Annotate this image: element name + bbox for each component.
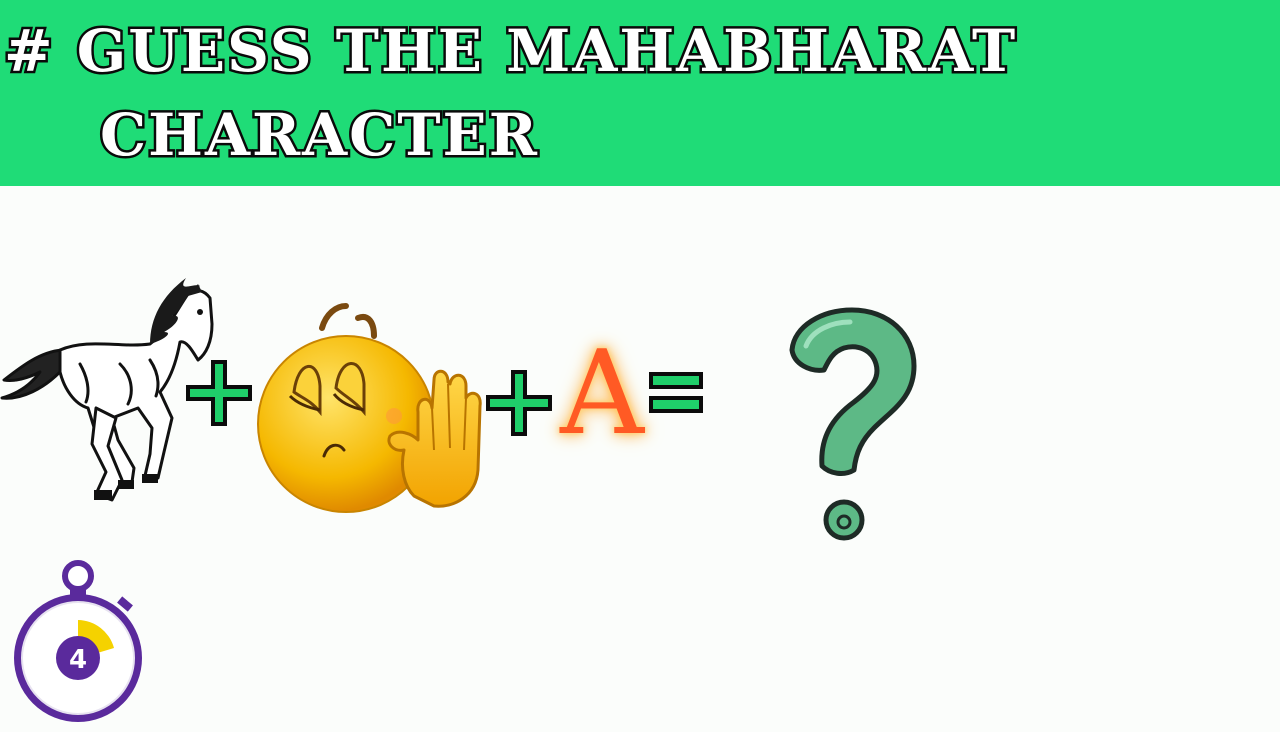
stopwatch-timer-icon [14, 560, 142, 722]
sleepy-hand-stop-emoji [257, 303, 482, 513]
title-banner: # GUESS THE MAHABHARAT CHARACTER [0, 0, 1280, 186]
letter-a-clue: A [560, 326, 644, 461]
timer-countdown: 4 [68, 645, 88, 675]
equals-sign-icon [649, 372, 703, 413]
question-mark-icon [789, 307, 917, 541]
plus-sign-icon [186, 360, 252, 426]
plus-sign-icon [486, 370, 552, 436]
page-title-line-1: # GUESS THE MAHABHARAT [1, 17, 1018, 85]
page-title-line-2: CHARACTER [98, 101, 540, 169]
